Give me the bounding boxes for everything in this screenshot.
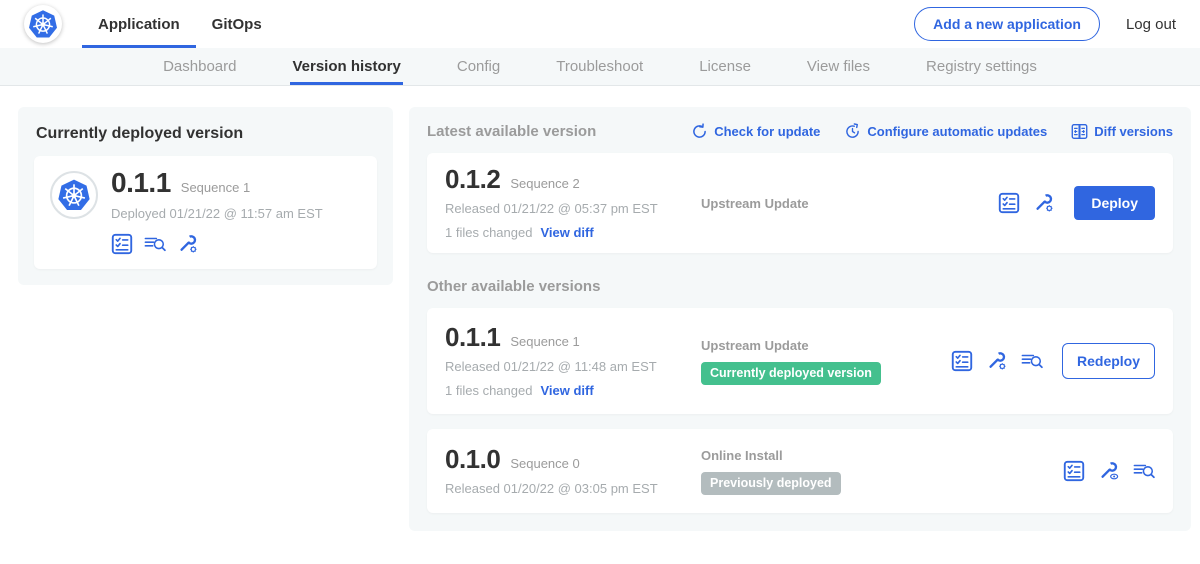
files-changed-label: 1 files changed [445, 225, 532, 240]
application-icon [50, 171, 98, 219]
config-settings-icon[interactable] [1033, 192, 1055, 214]
subnav-tab-version-history-label: Version history [292, 58, 400, 75]
sequence-label: Sequence 0 [510, 456, 579, 471]
version-card-0-1-2: 0.1.2 Sequence 2 Released 01/21/22 @ 05:… [427, 153, 1173, 253]
version-card-0-1-1: 0.1.1 Sequence 1 Released 01/21/22 @ 11:… [427, 308, 1173, 414]
subnav-tab-dashboard[interactable]: Dashboard [163, 48, 236, 85]
files-changed-label: 1 files changed [445, 383, 532, 398]
deployed-version-details: 0.1.1 Sequence 1 Deployed 01/21/22 @ 11:… [111, 169, 323, 255]
latest-version-title: Latest available version [427, 123, 596, 140]
released-timestamp: Released 01/21/22 @ 05:37 pm EST [445, 201, 701, 216]
preflight-checks-icon[interactable] [998, 192, 1020, 214]
subnav-tab-view-files[interactable]: View files [807, 48, 870, 85]
sequence-label: Sequence 2 [510, 176, 579, 191]
version-number: 0.1.0 [445, 446, 500, 472]
other-versions-title: Other available versions [427, 278, 1173, 295]
view-diff-link[interactable]: View diff [540, 225, 593, 240]
tab-application-label: Application [98, 16, 180, 33]
version-history-panel: Latest available version Check for updat… [409, 107, 1191, 531]
app-subnav: Dashboard Version history Config Trouble… [0, 48, 1200, 86]
diff-versions-label: Diff versions [1094, 124, 1173, 139]
deploy-logs-icon[interactable] [144, 233, 166, 255]
subnav-tab-license[interactable]: License [699, 48, 751, 85]
preflight-checks-icon[interactable] [951, 350, 973, 372]
diff-versions-button[interactable]: Diff versions [1071, 123, 1173, 140]
version-card-0-1-0: 0.1.0 Sequence 0 Released 01/20/22 @ 03:… [427, 429, 1173, 513]
version-number: 0.1.1 [445, 324, 500, 350]
config-settings-icon[interactable] [986, 350, 1008, 372]
subnav-tab-registry-settings-label: Registry settings [926, 58, 1037, 75]
auto-update-icon [844, 123, 861, 140]
deployed-sequence-label: Sequence 1 [181, 180, 250, 195]
released-timestamp: Released 01/21/22 @ 11:48 am EST [445, 359, 701, 374]
redeploy-button[interactable]: Redeploy [1062, 343, 1155, 379]
deployed-panel-title: Currently deployed version [36, 125, 377, 143]
subnav-tab-config-label: Config [457, 58, 500, 75]
subnav-tab-dashboard-label: Dashboard [163, 58, 236, 75]
app-header: Application GitOps Add a new application… [0, 0, 1200, 48]
subnav-tab-view-files-label: View files [807, 58, 870, 75]
subnav-tab-troubleshoot[interactable]: Troubleshoot [556, 48, 643, 85]
sequence-label: Sequence 1 [510, 334, 579, 349]
tab-application[interactable]: Application [82, 0, 196, 48]
version-source-label: Upstream Update [701, 196, 951, 211]
configure-automatic-updates-button[interactable]: Configure automatic updates [844, 123, 1047, 140]
configure-automatic-updates-label: Configure automatic updates [867, 124, 1047, 139]
check-for-update-label: Check for update [714, 124, 820, 139]
subnav-tab-registry-settings[interactable]: Registry settings [926, 48, 1037, 85]
currently-deployed-badge: Currently deployed version [701, 362, 881, 385]
version-source-label: Upstream Update [701, 338, 951, 353]
subnav-tab-license-label: License [699, 58, 751, 75]
subnav-tab-version-history[interactable]: Version history [292, 48, 400, 85]
deploy-logs-icon[interactable] [1021, 350, 1043, 372]
topbar-actions: Add a new application Log out [914, 7, 1176, 41]
tab-gitops-label: GitOps [212, 16, 262, 33]
deployed-timestamp: Deployed 01/21/22 @ 11:57 am EST [111, 206, 323, 221]
app-nav: Application GitOps [82, 0, 278, 48]
check-for-update-button[interactable]: Check for update [691, 123, 820, 140]
config-view-icon[interactable] [1098, 460, 1120, 482]
released-timestamp: Released 01/20/22 @ 03:05 pm EST [445, 481, 701, 496]
deploy-button[interactable]: Deploy [1074, 186, 1155, 220]
main-content: Currently deployed version 0.1.1 Sequenc… [0, 86, 1200, 531]
deployed-version-number: 0.1.1 [111, 169, 171, 197]
kubernetes-logo [24, 5, 62, 43]
add-new-application-button[interactable]: Add a new application [914, 7, 1100, 41]
tab-gitops[interactable]: GitOps [196, 0, 278, 48]
version-source-label: Online Install [701, 448, 951, 463]
subnav-tab-troubleshoot-label: Troubleshoot [556, 58, 643, 75]
diff-icon [1071, 123, 1088, 140]
view-diff-link[interactable]: View diff [540, 383, 593, 398]
preflight-checks-icon[interactable] [1063, 460, 1085, 482]
currently-deployed-panel: Currently deployed version 0.1.1 Sequenc… [18, 107, 393, 285]
previously-deployed-badge: Previously deployed [701, 472, 841, 495]
subnav-tab-config[interactable]: Config [457, 48, 500, 85]
logout-link[interactable]: Log out [1126, 16, 1176, 33]
version-number: 0.1.2 [445, 166, 500, 192]
config-settings-icon[interactable] [177, 233, 199, 255]
deploy-logs-icon[interactable] [1133, 460, 1155, 482]
refresh-icon [691, 123, 708, 140]
preflight-checks-icon[interactable] [111, 233, 133, 255]
deployed-version-card: 0.1.1 Sequence 1 Deployed 01/21/22 @ 11:… [34, 156, 377, 269]
